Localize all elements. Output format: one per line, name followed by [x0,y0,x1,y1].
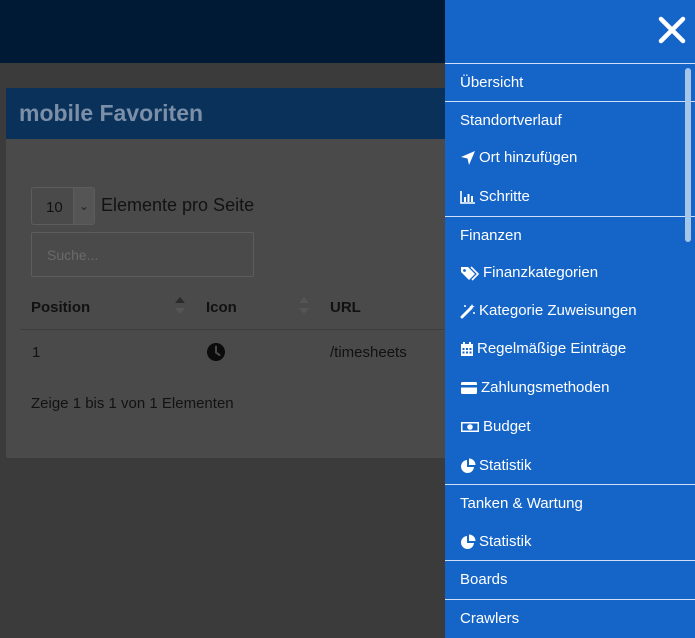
column-header-position[interactable]: Position [31,299,90,316]
menu-item-standortverlauf[interactable]: Standortverlauf [445,101,695,140]
magic-wand-icon [460,304,475,319]
menu-item-label: Tanken & Wartung [460,495,583,512]
menu-item-label: Boards [460,571,508,588]
favorites-card: mobile Favoriten 10 ⌄ Elemente pro Seite… [6,88,466,458]
table-divider [20,329,466,330]
menu-item-label: Ort hinzufügen [479,149,578,166]
menu-item-boards[interactable]: Boards [445,560,695,599]
clock-icon [207,343,225,361]
menu-item-label: Finanzkategorien [483,264,599,281]
tags-icon [461,266,480,281]
menu-item-regelmaessige-eintraege[interactable]: Regelmäßige Einträge [445,330,695,368]
sort-icon[interactable] [175,296,185,316]
close-icon[interactable] [656,14,688,46]
menu-item-label: Kategorie Zuweisungen [479,302,637,319]
menu-item-statistik-tanken[interactable]: Statistik [445,523,695,561]
menu-item-uebersicht[interactable]: Übersicht [445,63,695,102]
cell-url[interactable]: /timesheets [330,344,407,361]
menu-item-label: Standortverlauf [460,112,562,129]
page-length-select[interactable]: 10 ⌄ [31,187,95,225]
menu-item-label: Finanzen [460,227,522,244]
page-length-value: 10 [46,199,63,216]
menu-item-finanzkategorien[interactable]: Finanzkategorien [445,254,695,292]
pie-chart-icon [461,534,476,549]
location-arrow-icon [461,151,475,165]
card-title: mobile Favoriten [19,100,204,126]
money-bill-icon [461,422,479,432]
menu-item-label: Übersicht [460,74,524,91]
bar-chart-icon [460,191,475,204]
table-info: Zeige 1 bis 1 von 1 Elementen [31,395,234,412]
cell-position: 1 [32,344,41,361]
menu-item-label: Statistik [479,533,532,550]
menu-item-label: Budget [483,418,531,435]
page-length-label: Elemente pro Seite [101,195,255,215]
card-header: mobile Favoriten [6,88,466,139]
column-header-url[interactable]: URL [330,299,361,316]
search-input[interactable] [31,232,254,277]
menu-item-label: Crawlers [460,610,520,627]
menu-item-crawlers[interactable]: Crawlers [445,599,695,638]
side-menu: Übersicht Standortverlauf Ort hinzufügen… [445,0,695,638]
menu-item-kategorie-zuweisungen[interactable]: Kategorie Zuweisungen [445,292,695,330]
menu-item-label: Schritte [479,188,530,205]
sort-icon[interactable] [299,296,309,316]
menu-item-budget[interactable]: Budget [445,408,695,446]
menu-item-finanzen[interactable]: Finanzen [445,216,695,255]
calendar-icon [461,342,473,356]
chevron-down-icon: ⌄ [73,188,94,224]
menu-item-ort-hinzufuegen[interactable]: Ort hinzufügen [445,139,695,177]
menu-item-tanken-wartung[interactable]: Tanken & Wartung [445,484,695,523]
side-menu-header [445,0,695,64]
menu-item-label: Zahlungsmethoden [481,379,610,396]
pie-chart-icon [461,458,476,473]
menu-item-zahlungsmethoden[interactable]: Zahlungsmethoden [445,369,695,407]
menu-item-schritte[interactable]: Schritte [445,178,695,216]
column-header-icon[interactable]: Icon [206,299,237,316]
menu-item-label: Statistik [479,457,532,474]
menu-item-statistik-finanzen[interactable]: Statistik [445,447,695,485]
credit-card-icon [461,382,477,394]
menu-item-label: Regelmäßige Einträge [477,340,627,357]
side-menu-scrollbar[interactable] [685,68,691,242]
